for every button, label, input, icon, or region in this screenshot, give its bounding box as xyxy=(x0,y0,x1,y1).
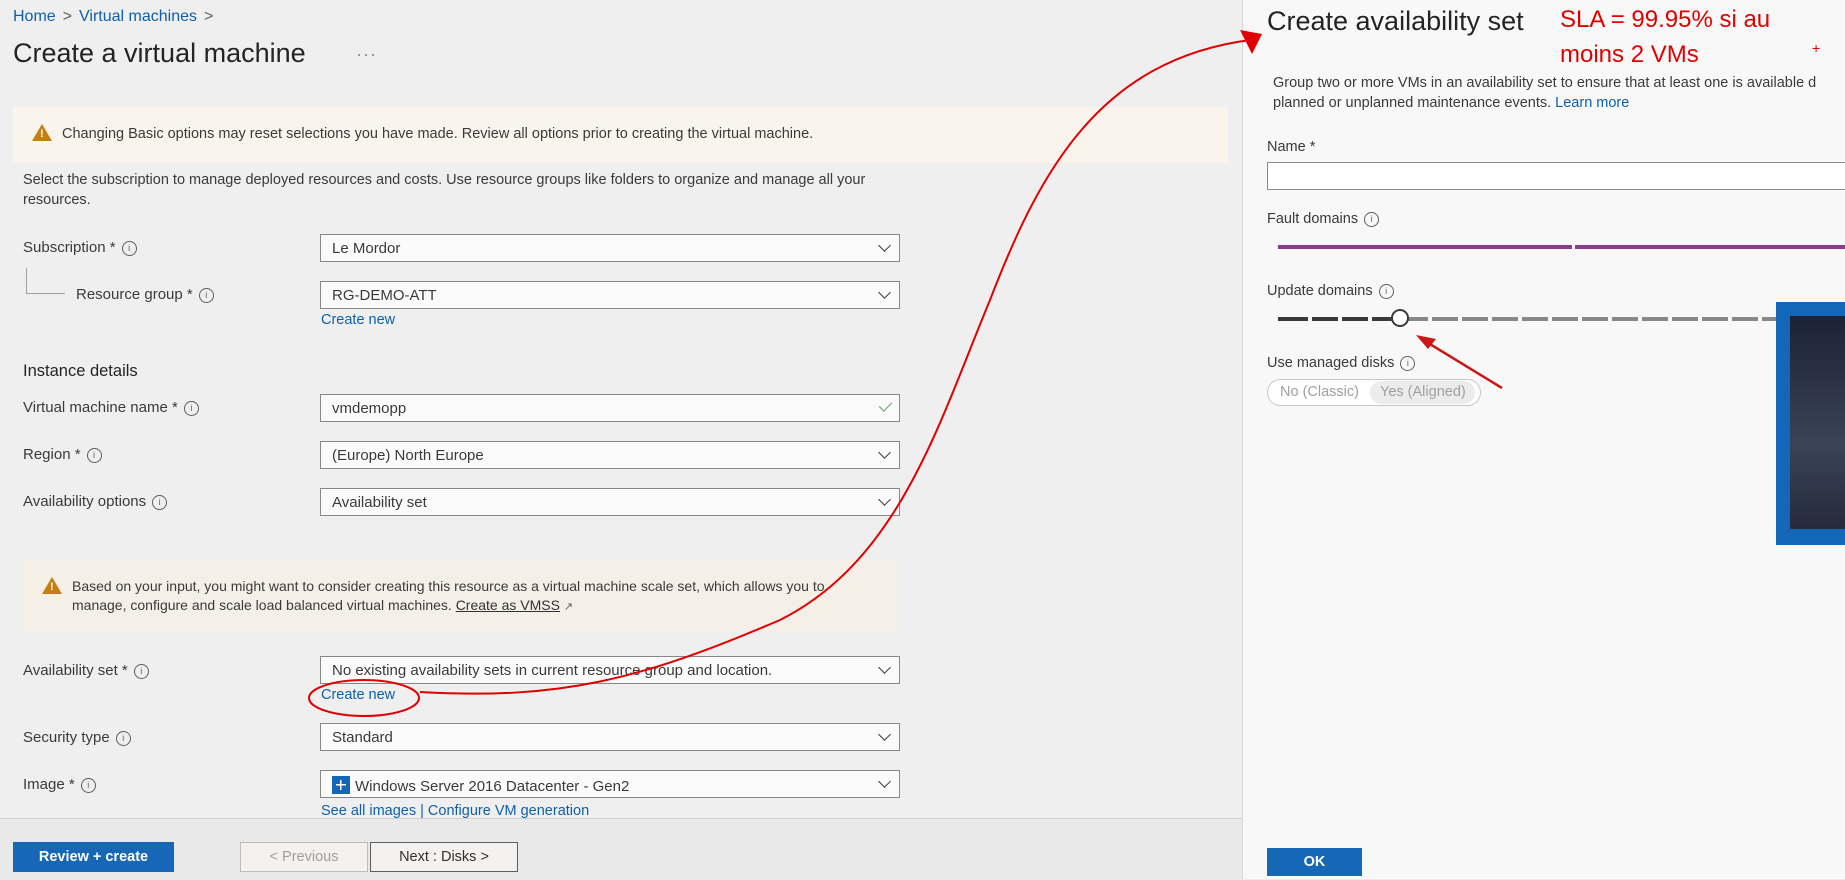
create-new-highlight xyxy=(308,679,420,717)
annotation-arrowhead xyxy=(1240,30,1262,54)
annotation-overlay xyxy=(308,30,1503,717)
annotation-arrow-curve xyxy=(419,39,1251,695)
update-domains-arrow xyxy=(1419,336,1503,390)
